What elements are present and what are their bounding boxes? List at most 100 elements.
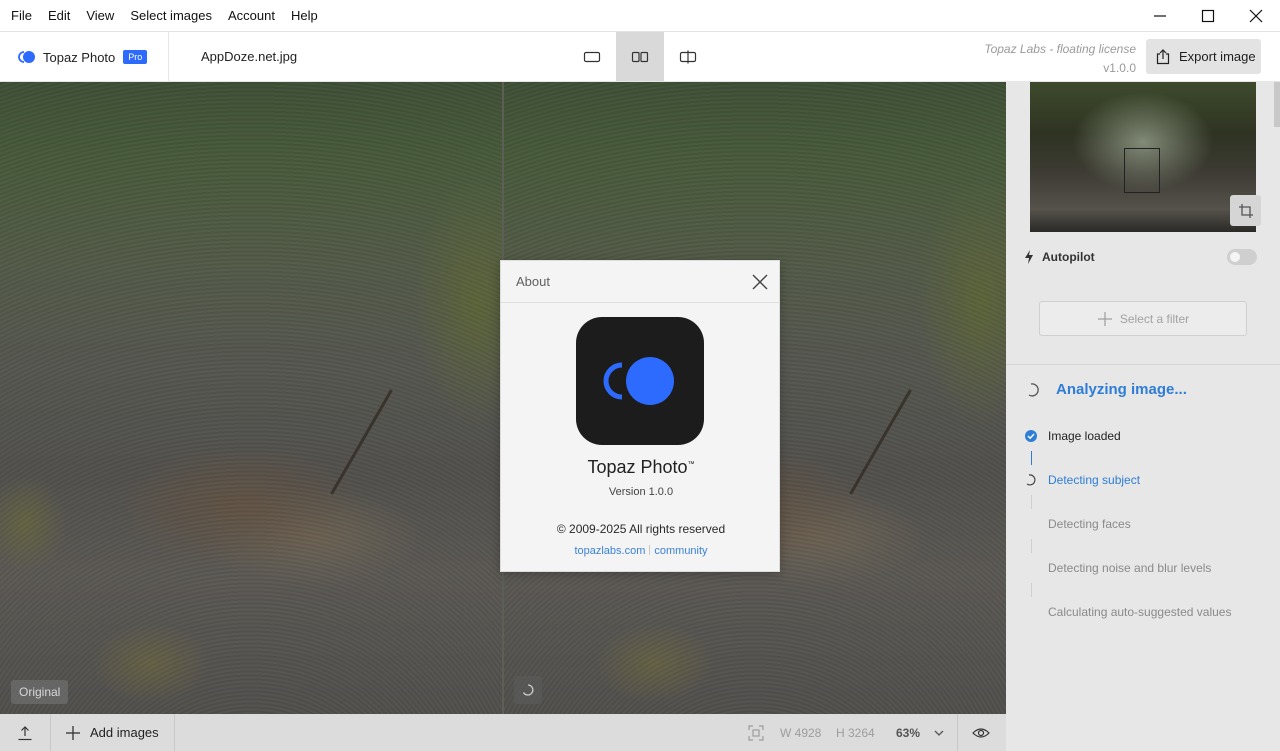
zoom-dropdown[interactable] [933, 714, 945, 751]
step-connector [1031, 539, 1032, 553]
step-detecting-subject: Detecting subject [1024, 473, 1140, 487]
close-icon [1249, 9, 1263, 23]
menu-edit[interactable]: Edit [42, 8, 76, 23]
app-logo-icon [576, 317, 704, 445]
step-label: Detecting noise and blur levels [1048, 561, 1212, 575]
toggle-preview-button[interactable] [972, 714, 990, 751]
export-image-button[interactable]: Export image [1146, 39, 1261, 74]
select-filter-button[interactable]: Select a filter [1039, 301, 1247, 336]
plus-icon [1097, 311, 1112, 326]
step-label: Detecting faces [1048, 517, 1131, 531]
step-connector [1031, 583, 1032, 597]
analyzing-label: Analyzing image... [1056, 381, 1187, 398]
copyright: © 2009-2025 All rights reserved [556, 522, 726, 536]
right-panel [1006, 82, 1280, 751]
focus-frame-icon [748, 724, 764, 741]
topazlabs-link[interactable]: topazlabs.com [574, 545, 645, 557]
maximize-icon [1201, 9, 1215, 23]
original-badge: Original [11, 680, 69, 704]
single-view-icon [583, 51, 601, 62]
side-by-side-view-button[interactable] [616, 32, 664, 81]
spinner-icon [522, 684, 534, 696]
autopilot-toggle[interactable] [1227, 249, 1257, 265]
check-circle-icon [1025, 430, 1037, 442]
crop-button[interactable] [1230, 195, 1261, 226]
side-by-side-icon [631, 51, 649, 62]
panel-scrollbar[interactable] [1274, 82, 1280, 127]
step-connector [1031, 451, 1032, 465]
menu-account[interactable]: Account [222, 8, 281, 23]
logo-mark [603, 357, 674, 405]
about-dialog: About Topaz Photo™ Version 1.0.0 © 2009-… [500, 260, 780, 572]
original-image-pane[interactable]: Original [0, 82, 502, 714]
dialog-title: About [516, 274, 550, 289]
step-detecting-noise: Detecting noise and blur levels [1024, 561, 1211, 575]
step-label: Detecting subject [1048, 473, 1141, 487]
spinner-icon [1026, 474, 1036, 486]
image-width: W 4928 [780, 725, 822, 740]
menu-help[interactable]: Help [285, 8, 324, 23]
close-window-button[interactable] [1232, 0, 1280, 32]
analyzing-status: Analyzing image... [1026, 381, 1187, 398]
autopilot-row: Autopilot [1024, 250, 1095, 264]
app-name-text: Topaz Photo [587, 457, 688, 477]
menu-select-images[interactable]: Select images [124, 8, 218, 23]
about-links: topazlabs.com community [501, 545, 781, 557]
chevron-down-icon [934, 730, 944, 736]
image-height: H 3264 [836, 725, 875, 740]
link-divider [649, 545, 651, 555]
app-version: Version 1.0.0 [608, 486, 674, 498]
select-filter-label: Select a filter [1119, 311, 1190, 326]
license-info: Topaz Labs - floating license v1.0.0 [984, 40, 1136, 78]
menu-view[interactable]: View [80, 8, 120, 23]
window-controls [1136, 0, 1280, 32]
viewport-box[interactable] [1124, 148, 1160, 193]
divider [957, 714, 958, 751]
upload-icon [18, 725, 32, 740]
spinner-icon [1028, 382, 1039, 397]
split-view-icon [679, 50, 697, 63]
topaz-logo-icon [18, 51, 35, 63]
divider [50, 714, 51, 751]
divider [174, 714, 175, 751]
minimize-button[interactable] [1136, 0, 1184, 32]
dim-overlay [0, 82, 502, 714]
dialog-header: About [501, 261, 779, 303]
pro-badge: Pro [123, 50, 148, 64]
autopilot-label: Autopilot [1042, 250, 1095, 264]
app-name: Topaz Photo™ [501, 457, 781, 478]
add-images-label: Add images [90, 725, 159, 740]
step-image-loaded: Image loaded [1024, 429, 1121, 443]
divider [168, 32, 169, 82]
license-name: Topaz Labs - floating license [984, 42, 1136, 56]
export-label: Export image [1179, 49, 1256, 64]
step-connector [1031, 495, 1032, 509]
navigator-thumbnail[interactable] [1030, 82, 1256, 232]
brand-name: Topaz Photo [43, 49, 116, 65]
close-dialog-icon[interactable] [751, 273, 769, 291]
bottom-bar: Add images W 4928 H 3264 63% [0, 714, 1006, 751]
single-view-button[interactable] [568, 32, 616, 81]
community-link[interactable]: community [654, 545, 707, 557]
step-label: Image loaded [1048, 429, 1121, 443]
share-icon [1156, 48, 1170, 64]
fit-screen-button[interactable] [748, 714, 764, 751]
step-detecting-faces: Detecting faces [1024, 517, 1131, 531]
upload-button[interactable] [0, 714, 50, 751]
file-name: AppDoze.net.jpg [201, 49, 298, 64]
lightning-icon [1025, 250, 1033, 264]
processing-badge [514, 676, 542, 704]
eye-icon [972, 727, 990, 738]
add-images-button[interactable]: Add images [65, 714, 159, 751]
brand: Topaz Photo Pro [16, 32, 148, 82]
menu-file[interactable]: File [5, 8, 38, 23]
app-header: Topaz Photo Pro AppDoze.net.jpg Topaz La… [0, 32, 1280, 82]
crop-icon [1238, 203, 1253, 218]
step-label: Calculating auto-suggested values [1048, 605, 1232, 619]
maximize-button[interactable] [1184, 0, 1232, 32]
step-calculating-values: Calculating auto-suggested values [1024, 605, 1231, 619]
split-view-button[interactable] [664, 32, 712, 81]
zoom-level[interactable]: 63% [896, 714, 920, 751]
trademark: ™ [687, 461, 695, 468]
license-version: v1.0.0 [1103, 61, 1136, 75]
